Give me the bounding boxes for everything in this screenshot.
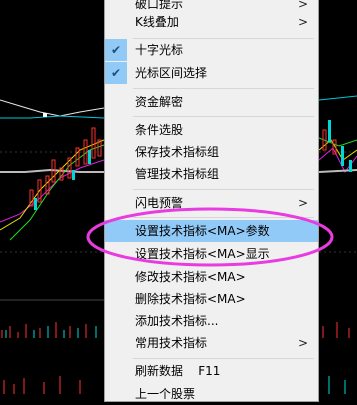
menu-item-previous-stock[interactable]: 上一个股票	[105, 383, 318, 405]
menu-separator	[133, 88, 314, 89]
menu-item-set-ma-display[interactable]: 设置技术指标<MA>显示	[105, 243, 318, 265]
menu-item-modify-ma[interactable]: 修改技术指标<MA>	[105, 266, 318, 288]
menu-item-label: 删除技术指标<MA>	[135, 292, 246, 306]
menu-item-cursor-range-select[interactable]: ✔ 光标区间选择	[105, 62, 318, 84]
menu-separator	[133, 358, 314, 359]
menu-item-label: 添加技术指标...	[135, 314, 219, 328]
menu-item-fund-decrypt[interactable]: 资金解密	[105, 91, 318, 113]
menu-item-label: 闪电预警	[135, 196, 184, 210]
menu-item-label: 管理技术指标组	[135, 167, 220, 181]
menu-item-label: 条件选股	[135, 123, 184, 137]
menu-item-label: 上一个股票	[135, 387, 196, 401]
checkmark-icon: ✔	[105, 39, 127, 61]
menu-item-delete-ma[interactable]: 删除技术指标<MA>	[105, 288, 318, 310]
stock-chart-left	[0, 99, 104, 394]
menu-item-label: 刷新数据 F11	[135, 364, 221, 378]
menu-item-manage-indicator-group[interactable]: 管理技术指标组	[105, 163, 318, 185]
menu-item-label: 保存技术指标组	[135, 145, 220, 159]
submenu-arrow-icon: >	[297, 196, 308, 210]
context-menu: 破口提示 > K线叠加 > ✔ 十字光标 ✔ 光标区间选择 资金解密 条件选股 …	[104, 0, 319, 402]
menu-item-crosshair-cursor[interactable]: ✔ 十字光标	[105, 39, 318, 61]
menu-item-label: K线叠加	[135, 15, 179, 29]
menu-item-common-indicators[interactable]: 常用技术指标 >	[105, 332, 318, 354]
menu-item-condition-stock-pick[interactable]: 条件选股	[105, 119, 318, 141]
menu-item-set-ma-params[interactable]: 设置技术指标<MA>参数	[105, 220, 318, 242]
menu-item-k-line-overlay[interactable]: K线叠加 >	[105, 11, 318, 33]
menu-separator	[133, 217, 314, 218]
menu-item-add-indicator[interactable]: 添加技术指标...	[105, 310, 318, 332]
menu-item-refresh-data[interactable]: 刷新数据 F11	[105, 360, 318, 382]
menu-separator	[133, 189, 314, 190]
menu-item-label: 设置技术指标<MA>参数	[135, 224, 270, 238]
menu-item-label: 光标区间选择	[135, 66, 208, 80]
submenu-arrow-icon: >	[297, 336, 308, 350]
menu-item-label: 十字光标	[135, 43, 184, 57]
menu-item-label: 修改技术指标<MA>	[135, 270, 246, 284]
menu-item-save-indicator-group[interactable]: 保存技术指标组	[105, 141, 318, 163]
checkmark-icon: ✔	[105, 62, 127, 84]
submenu-arrow-icon: >	[297, 15, 308, 29]
stock-chart-right	[319, 95, 357, 394]
menu-item-label: 资金解密	[135, 95, 184, 109]
menu-item-label: 设置技术指标<MA>显示	[135, 247, 270, 261]
menu-item-label: 常用技术指标	[135, 336, 208, 350]
menu-item-flash-alert[interactable]: 闪电预警 >	[105, 192, 318, 214]
menu-separator	[133, 116, 314, 117]
